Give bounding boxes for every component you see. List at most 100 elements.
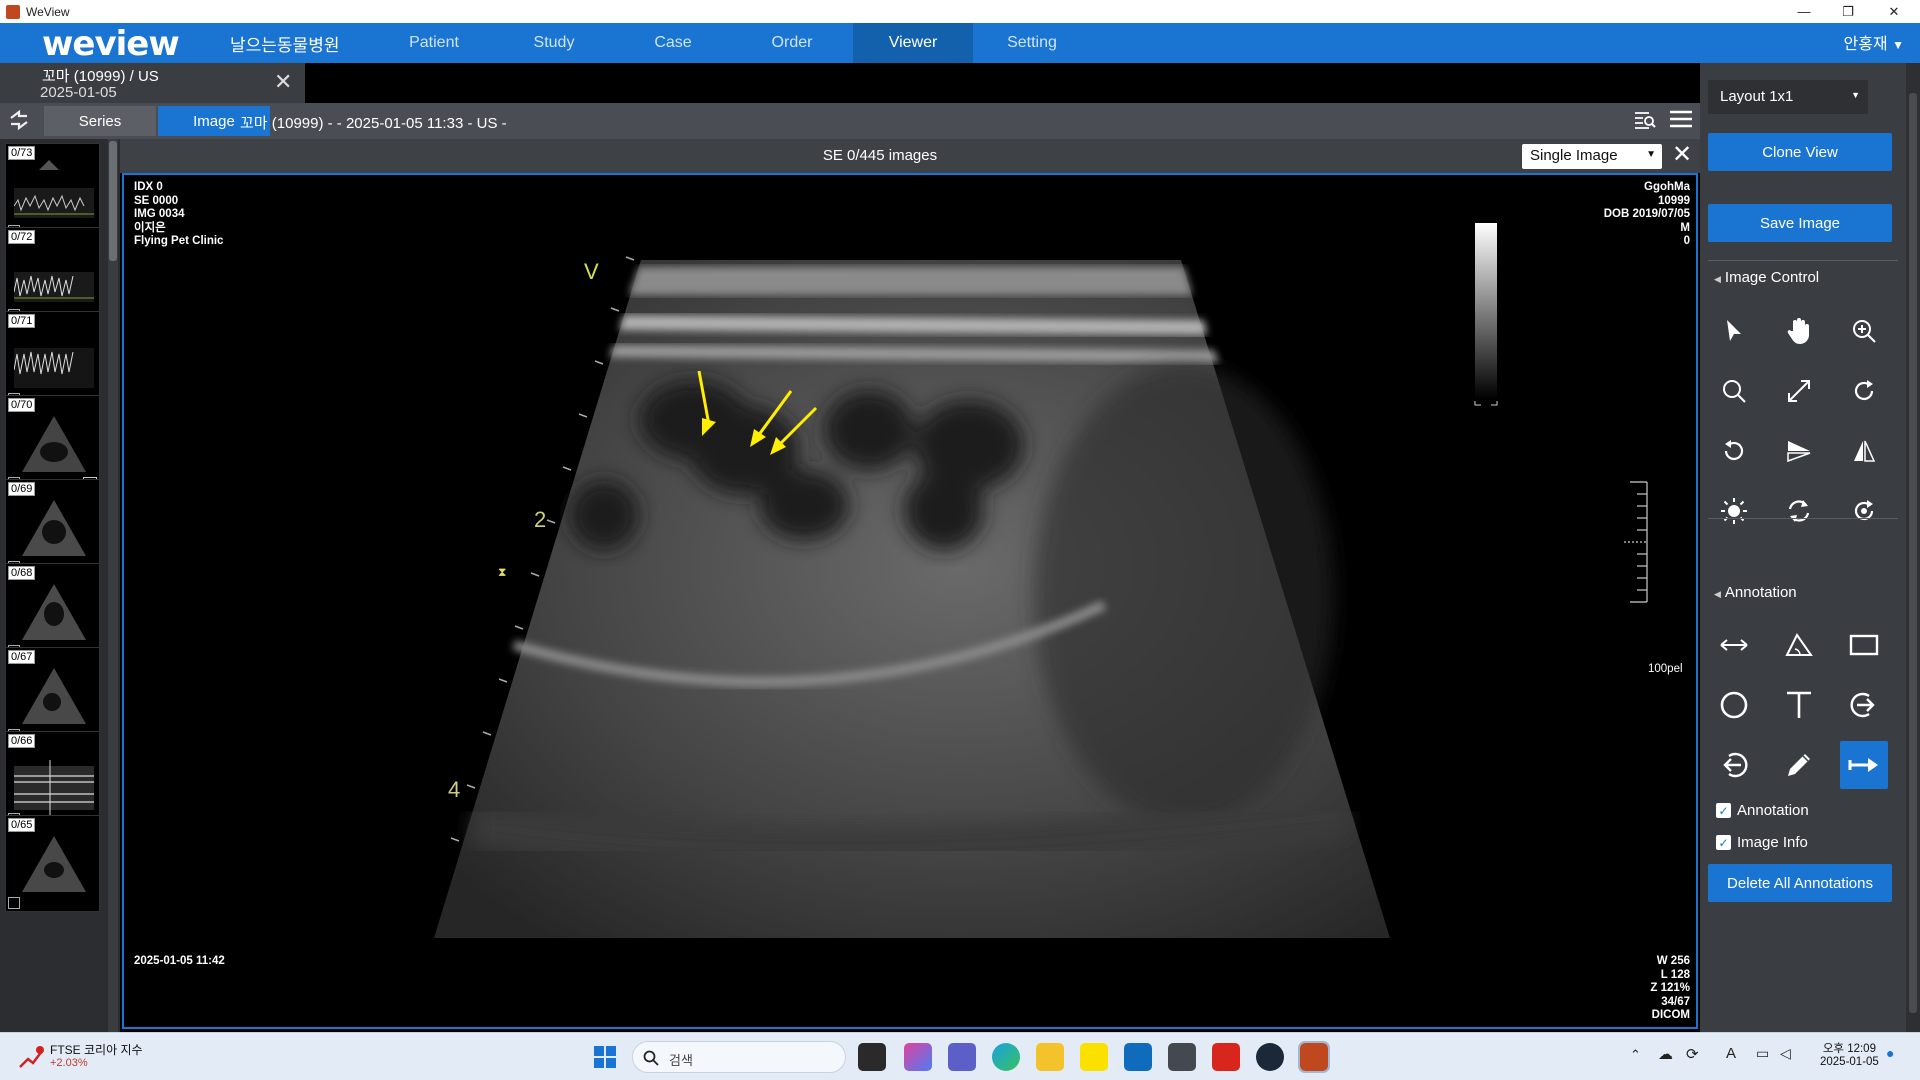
arrow-icon[interactable] <box>1840 741 1888 789</box>
rectangle-icon[interactable] <box>1840 621 1888 669</box>
arrow-right-circle-icon[interactable] <box>1840 681 1888 729</box>
sector-preview <box>22 836 86 892</box>
tray-overflow-icon[interactable]: ⌃ <box>1630 1047 1641 1063</box>
network-icon[interactable]: ▭ <box>1756 1045 1769 1062</box>
thumbnail[interactable]: 0/72 <box>5 227 100 324</box>
close-window-button[interactable]: ✕ <box>1872 0 1916 23</box>
calculator-icon[interactable] <box>1168 1043 1196 1071</box>
flip-horizontal-icon[interactable] <box>1775 427 1823 475</box>
nav-order[interactable]: Order <box>732 23 852 63</box>
close-viewer-icon[interactable]: ✕ <box>1672 140 1692 169</box>
flip-vertical-icon[interactable] <box>1840 427 1888 475</box>
nav-study[interactable]: Study <box>494 23 614 63</box>
rotate-ccw-icon[interactable] <box>1710 427 1758 475</box>
thumbnail-checkbox[interactable] <box>8 897 20 909</box>
study-tab[interactable]: 꼬마 (10999) / US 2025-01-05 ✕ <box>0 63 305 103</box>
pointer-icon[interactable] <box>1710 307 1758 355</box>
text-icon[interactable] <box>1775 681 1823 729</box>
ruler-icon[interactable] <box>1710 621 1758 669</box>
task-view-icon[interactable] <box>858 1043 886 1071</box>
thumbnail[interactable]: 0/71 <box>5 311 100 408</box>
nav-patient[interactable]: Patient <box>374 23 494 63</box>
invert-icon[interactable] <box>1840 487 1888 535</box>
minimize-button[interactable]: — <box>1782 0 1826 23</box>
windows-start-icon[interactable] <box>594 1046 616 1068</box>
teams-icon[interactable] <box>948 1043 976 1071</box>
fit-expand-icon[interactable] <box>1775 367 1823 415</box>
thumbnail[interactable]: 0/70 <box>5 395 100 492</box>
notification-bell-icon[interactable]: ● <box>1886 1045 1894 1061</box>
edge-icon[interactable] <box>992 1043 1020 1071</box>
outlook-icon[interactable] <box>1124 1043 1152 1071</box>
clock[interactable]: 오후 12:09 2025-01-05 <box>1820 1040 1879 1068</box>
close-tab-icon[interactable]: ✕ <box>274 69 292 95</box>
tab-series[interactable]: Series <box>44 106 156 136</box>
ellipse-icon[interactable] <box>1710 681 1758 729</box>
office-icon[interactable] <box>1212 1043 1240 1071</box>
doppler-preview <box>14 160 94 218</box>
taskbar-search[interactable]: 검색 <box>632 1041 846 1073</box>
maximize-button[interactable]: ❐ <box>1826 0 1870 23</box>
angle-icon[interactable] <box>1775 621 1823 669</box>
weview-taskbar-icon[interactable] <box>1298 1041 1330 1073</box>
viewer-toolbar: Series Image 꼬마 (10999) - - 2025-01-05 1… <box>0 103 1700 139</box>
layout-select[interactable]: Layout 1x1 ▼ <box>1708 80 1868 114</box>
nav-setting[interactable]: Setting <box>972 23 1092 63</box>
reset-icon[interactable] <box>1775 487 1823 535</box>
probe-marker: V <box>584 259 599 284</box>
nav-case[interactable]: Case <box>613 23 733 63</box>
arrow-left-circle-icon[interactable] <box>1710 741 1758 789</box>
image-info-checkbox-label: Image Info <box>1737 834 1808 851</box>
top-navigation: weview 날으는동물병원 Patient Study Case Order … <box>0 23 1920 64</box>
clone-view-button[interactable]: Clone View <box>1708 133 1892 171</box>
steam-icon[interactable] <box>1256 1043 1284 1071</box>
image-viewport[interactable]: IDX 0 SE 0000 IMG 0034 이지은 Flying Pet Cl… <box>122 173 1698 1029</box>
study-tab-date: 2025-01-05 <box>40 84 117 101</box>
right-panel-scrollbar[interactable] <box>1906 63 1920 1032</box>
save-image-button[interactable]: Save Image <box>1708 204 1892 242</box>
stock-chart-icon[interactable] <box>18 1045 44 1069</box>
image-info-checkbox[interactable]: ✓ Image Info <box>1716 834 1808 851</box>
thumbnail-scrollbar[interactable] <box>108 139 118 1032</box>
thumbnail[interactable]: 0/69 <box>5 479 100 576</box>
annotation-checkbox[interactable]: ✓ Annotation <box>1716 802 1809 819</box>
scrollbar-thumb[interactable] <box>1909 93 1917 1013</box>
input-language-icon[interactable]: A <box>1726 1045 1736 1062</box>
menu-icon[interactable] <box>1670 110 1692 133</box>
checkmark-icon: ✓ <box>1716 835 1731 850</box>
overlay-image-number: IMG 0034 <box>134 208 185 220</box>
search-icon <box>643 1050 659 1066</box>
thumbnail[interactable]: 0/65 <box>5 815 100 912</box>
thumbnail[interactable]: 0/73 <box>5 143 100 240</box>
delete-all-annotations-button[interactable]: Delete All Annotations <box>1708 864 1892 902</box>
nav-viewer[interactable]: Viewer <box>853 23 973 63</box>
overlay-dob: DOB 2019/07/05 <box>1603 208 1690 220</box>
search-list-icon[interactable] <box>1634 110 1656 135</box>
brightness-icon[interactable] <box>1710 487 1758 535</box>
magnifier-icon[interactable] <box>1710 367 1758 415</box>
pencil-icon[interactable] <box>1775 741 1823 789</box>
focus-marker-icon: ⧗ <box>498 565 507 579</box>
rotate-cw-icon[interactable] <box>1840 367 1888 415</box>
overlay-patient-id: 10999 <box>1658 194 1690 207</box>
copilot-icon[interactable] <box>904 1043 932 1071</box>
file-explorer-icon[interactable] <box>1036 1043 1064 1071</box>
thumbnail[interactable]: 0/68 <box>5 563 100 660</box>
pan-hand-icon[interactable] <box>1775 307 1823 355</box>
sync-icon[interactable]: ⟳ <box>1686 1045 1699 1063</box>
thumbnail[interactable]: 0/66 <box>5 731 100 828</box>
thumbnail[interactable]: 0/67 <box>5 647 100 744</box>
kakaotalk-icon[interactable] <box>1080 1043 1108 1071</box>
swap-icon[interactable] <box>8 109 30 137</box>
user-menu[interactable]: 안홍재 ▼ <box>1843 30 1904 54</box>
display-mode-select[interactable]: Single Image ▼ <box>1522 144 1662 169</box>
zoom-in-icon[interactable] <box>1840 307 1888 355</box>
sector-preview <box>22 416 86 472</box>
volume-icon[interactable]: ◁ <box>1780 1045 1791 1062</box>
chevron-down-icon: ▼ <box>1892 38 1904 52</box>
mmode-preview <box>14 760 94 816</box>
onedrive-icon[interactable]: ☁ <box>1658 1045 1673 1063</box>
overlay-institution: Flying Pet Clinic <box>134 235 224 247</box>
sector-preview <box>22 668 86 724</box>
scrollbar-thumb[interactable] <box>109 141 117 261</box>
